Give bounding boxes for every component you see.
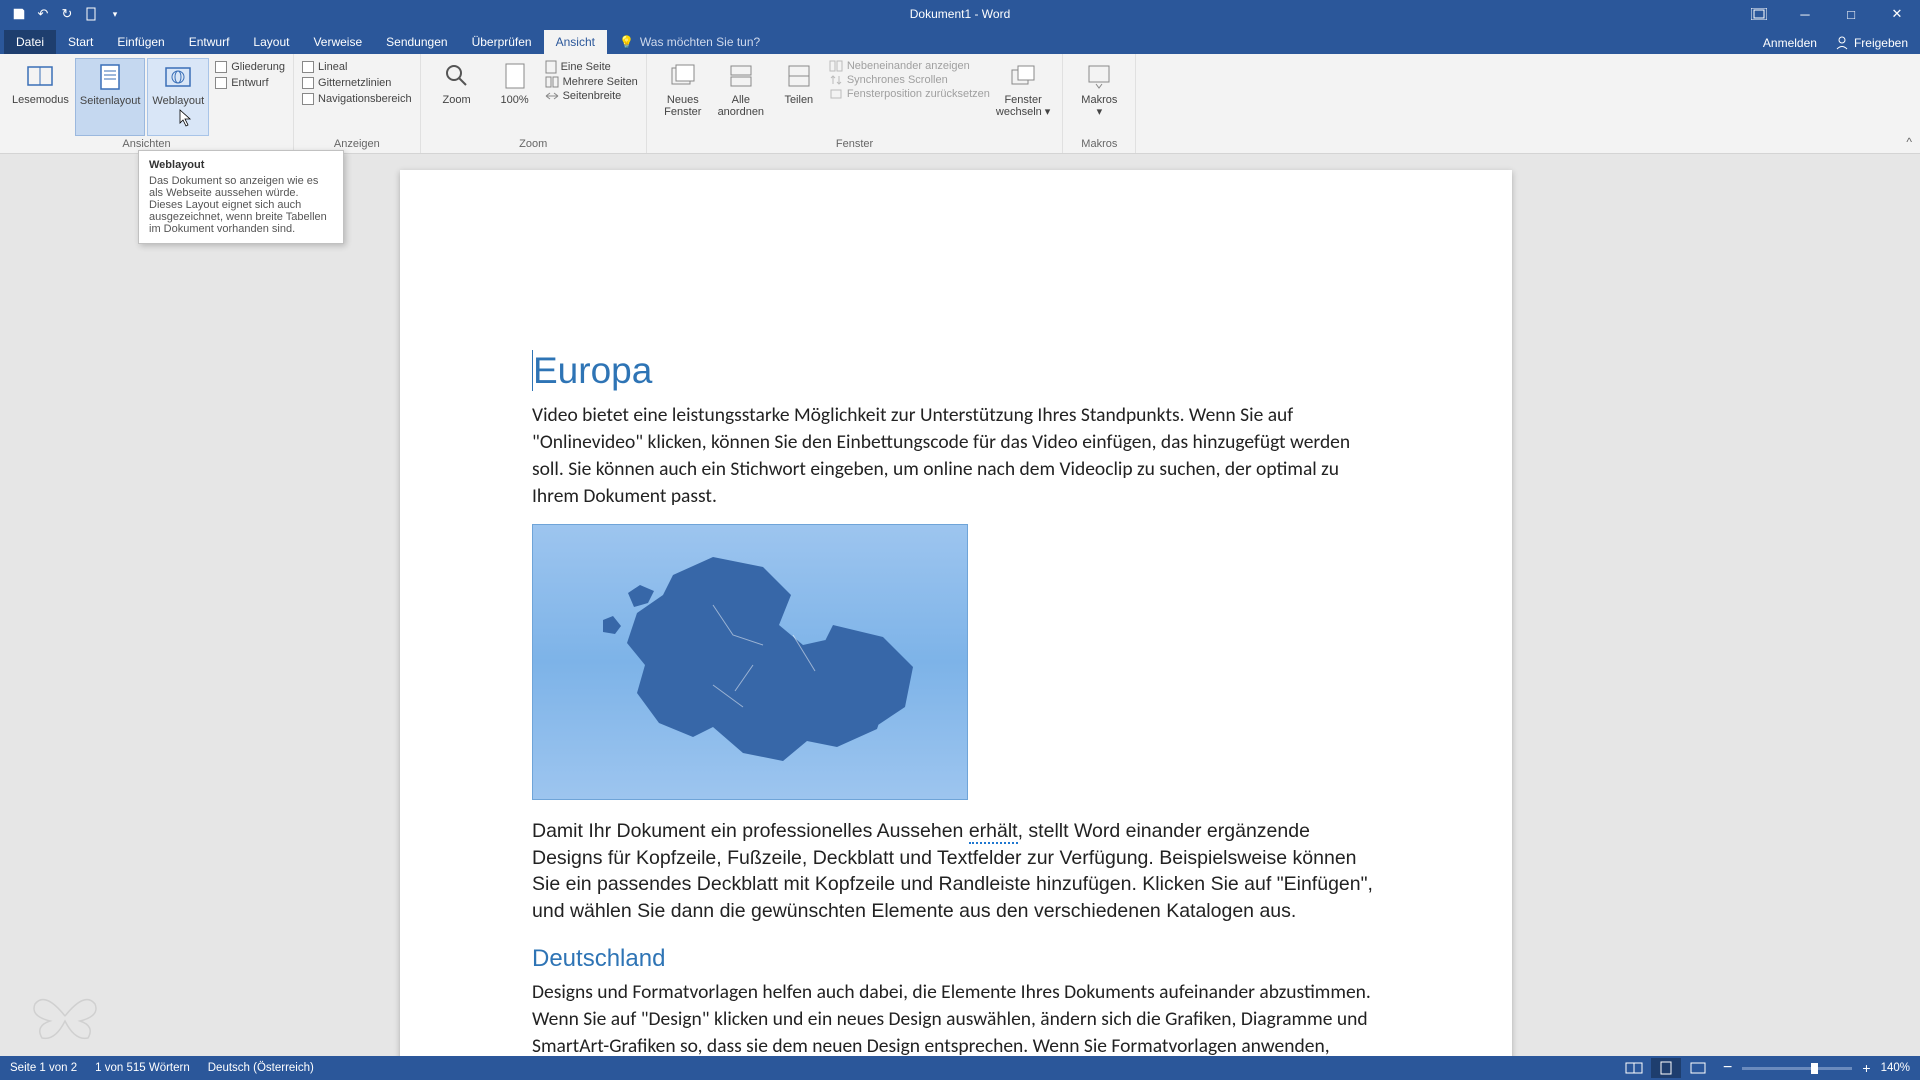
weblayout-tooltip: Weblayout Das Dokument so anzeigen wie e…: [138, 150, 344, 244]
paragraph-3[interactable]: Designs und Formatvorlagen helfen auch d…: [532, 979, 1380, 1056]
page-width-icon: [545, 90, 559, 102]
zoom-slider-thumb[interactable]: [1811, 1063, 1818, 1074]
tooltip-title: Weblayout: [149, 159, 333, 171]
switch-windows-button[interactable]: Fensterwechseln ▾: [992, 58, 1054, 136]
multi-page-button[interactable]: Mehrere Seiten: [545, 76, 638, 88]
ribbon-tabs: Datei Start Einfügen Entwurf Layout Verw…: [0, 28, 1920, 54]
side-by-side-button: Nebeneinander anzeigen: [829, 60, 990, 72]
nav-pane-checkbox[interactable]: Navigationsbereich: [302, 92, 412, 106]
web-view-icon[interactable]: [1683, 1058, 1713, 1078]
collapse-ribbon-icon[interactable]: ^: [1906, 135, 1912, 149]
close-icon[interactable]: ✕: [1874, 0, 1920, 28]
sync-scroll-icon: [829, 74, 843, 86]
tab-file[interactable]: Datei: [4, 30, 56, 54]
group-label-window: Fenster: [655, 136, 1055, 153]
split-button[interactable]: Teilen: [771, 58, 827, 136]
save-icon[interactable]: [8, 3, 30, 25]
zoom-100-icon: [499, 60, 531, 92]
page-width-button[interactable]: Seitenbreite: [545, 90, 638, 102]
macros-icon: [1083, 60, 1115, 92]
reset-pos-button: Fensterposition zurücksetzen: [829, 88, 990, 100]
paragraph-1[interactable]: Video bietet eine leistungsstarke Möglic…: [532, 402, 1380, 510]
ribbon: Lesemodus Seitenlayout Weblayout Glieder…: [0, 54, 1920, 154]
heading-europa[interactable]: Europa: [532, 350, 1380, 392]
read-mode-button[interactable]: Lesemodus: [8, 58, 73, 136]
side-by-side-icon: [829, 60, 843, 72]
maximize-icon[interactable]: □: [1828, 0, 1874, 28]
tab-mailings[interactable]: Sendungen: [374, 30, 459, 54]
tab-references[interactable]: Verweise: [301, 30, 374, 54]
web-layout-icon: [162, 61, 194, 93]
qat-dropdown-icon[interactable]: ▾: [104, 3, 126, 25]
document-workspace[interactable]: Europa Video bietet eine leistungsstarke…: [0, 154, 1920, 1056]
gridlines-checkbox[interactable]: Gitternetzlinien: [302, 76, 412, 90]
redo-icon[interactable]: ↻: [56, 3, 78, 25]
read-view-icon[interactable]: [1619, 1058, 1649, 1078]
document-title: Dokument1 - Word: [910, 7, 1010, 21]
read-mode-icon: [24, 60, 56, 92]
macros-button[interactable]: Makros▾: [1071, 58, 1127, 136]
group-label-zoom: Zoom: [429, 136, 638, 153]
status-bar: Seite 1 von 2 1 von 515 Wörtern Deutsch …: [0, 1056, 1920, 1080]
zoom-out-button[interactable]: −: [1723, 1059, 1732, 1077]
cursor-icon: [179, 109, 193, 127]
tab-view[interactable]: Ansicht: [544, 30, 607, 54]
outline-checkbox[interactable]: Gliederung: [215, 60, 285, 74]
page-indicator[interactable]: Seite 1 von 2: [10, 1062, 77, 1074]
zoom-icon: [441, 60, 473, 92]
one-page-icon: [545, 60, 557, 74]
zoom-100-button[interactable]: 100%: [487, 58, 543, 136]
tab-layout[interactable]: Layout: [241, 30, 301, 54]
tab-review[interactable]: Überprüfen: [460, 30, 544, 54]
ruler-checkbox[interactable]: Lineal: [302, 60, 412, 74]
tab-design[interactable]: Entwurf: [177, 30, 242, 54]
print-layout-button[interactable]: Seitenlayout: [75, 58, 146, 136]
word-count[interactable]: 1 von 515 Wörtern: [95, 1062, 190, 1074]
new-window-icon: [667, 60, 699, 92]
display-mode-icon[interactable]: [1736, 0, 1782, 28]
document-page[interactable]: Europa Video bietet eine leistungsstarke…: [400, 170, 1512, 1056]
tab-insert[interactable]: Einfügen: [105, 30, 176, 54]
multi-page-icon: [545, 76, 559, 88]
europe-map-image[interactable]: [532, 524, 968, 800]
reset-pos-icon: [829, 88, 843, 100]
web-layout-button[interactable]: Weblayout: [147, 58, 209, 136]
lightbulb-icon: 💡: [619, 35, 634, 49]
group-label-macros: Makros: [1071, 136, 1127, 153]
title-bar: ↶ ↻ ▾ Dokument1 - Word ─ □ ✕: [0, 0, 1920, 28]
zoom-slider[interactable]: [1742, 1067, 1852, 1070]
one-page-button[interactable]: Eine Seite: [545, 60, 638, 74]
language-indicator[interactable]: Deutsch (Österreich): [208, 1062, 314, 1074]
split-icon: [783, 60, 815, 92]
arrange-all-button[interactable]: Alleanordnen: [713, 58, 769, 136]
sync-scroll-button: Synchrones Scrollen: [829, 74, 990, 86]
minimize-icon[interactable]: ─: [1782, 0, 1828, 28]
paragraph-2[interactable]: Damit Ihr Dokument ein professionelles A…: [532, 818, 1380, 926]
tab-start[interactable]: Start: [56, 30, 105, 54]
zoom-button[interactable]: Zoom: [429, 58, 485, 136]
arrange-all-icon: [725, 60, 757, 92]
grammar-error[interactable]: erhält: [969, 820, 1018, 844]
print-layout-icon: [94, 61, 126, 93]
person-icon: [1835, 36, 1849, 50]
tooltip-body: Das Dokument so anzeigen wie es als Webs…: [149, 175, 333, 235]
zoom-percent[interactable]: 140%: [1881, 1062, 1910, 1074]
touch-mode-icon[interactable]: [80, 3, 102, 25]
print-view-icon[interactable]: [1651, 1058, 1681, 1078]
share-button[interactable]: Freigeben: [1835, 36, 1908, 50]
tell-me-search[interactable]: 💡 Was möchten Sie tun?: [607, 30, 772, 54]
heading-deutschland[interactable]: Deutschland: [532, 945, 1380, 973]
new-window-button[interactable]: NeuesFenster: [655, 58, 711, 136]
zoom-in-button[interactable]: +: [1862, 1060, 1870, 1076]
undo-icon[interactable]: ↶: [32, 3, 54, 25]
butterfly-watermark: [30, 986, 100, 1046]
signin-link[interactable]: Anmelden: [1763, 36, 1817, 50]
draft-checkbox[interactable]: Entwurf: [215, 76, 285, 90]
switch-windows-icon: [1007, 60, 1039, 92]
